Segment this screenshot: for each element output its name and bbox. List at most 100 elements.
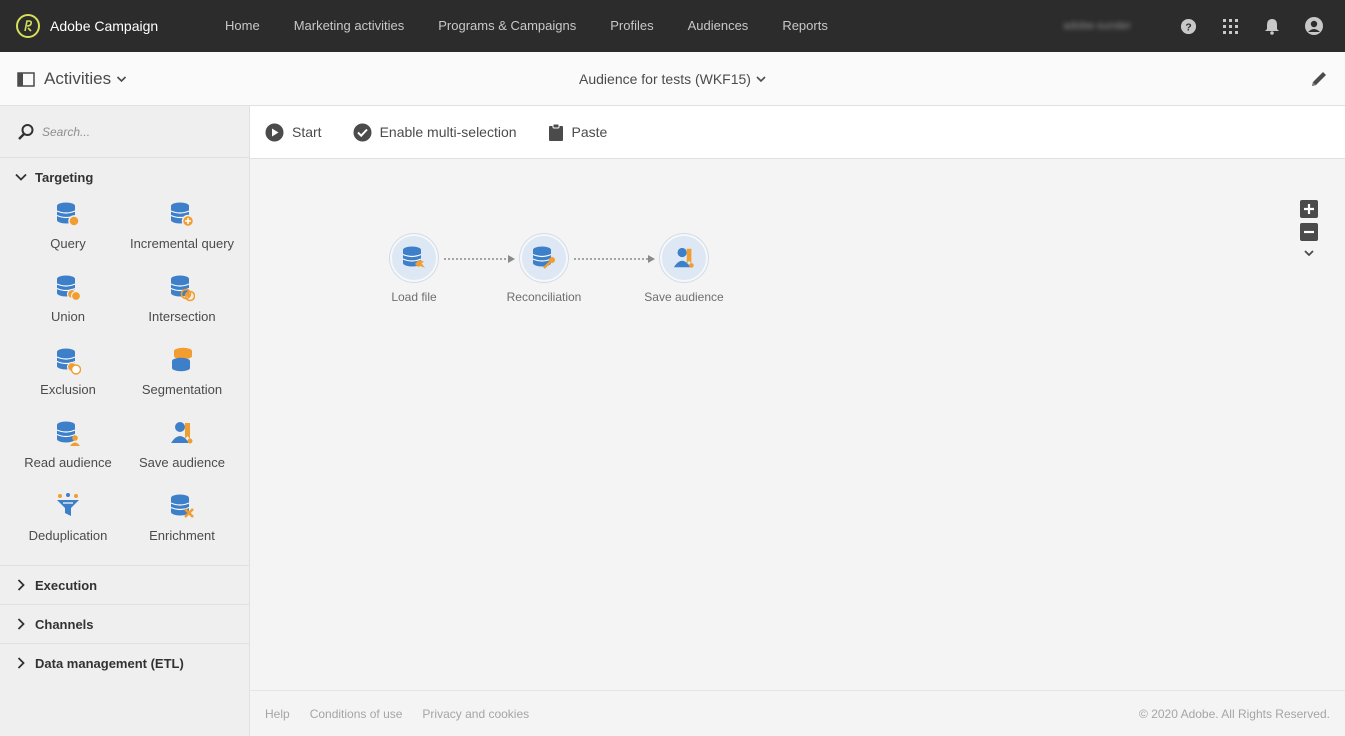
plus-icon [1304, 204, 1314, 214]
section-header-channels[interactable]: Channels [0, 605, 249, 643]
zoom-out-button[interactable] [1300, 223, 1318, 241]
node-label: Load file [391, 290, 437, 304]
search-icon [18, 123, 34, 140]
node-circle [520, 234, 568, 282]
page-footer: Help Conditions of use Privacy and cooki… [250, 690, 1345, 736]
activities-panel-toggle[interactable]: Activities [17, 52, 127, 106]
activity-label: Segmentation [141, 382, 223, 397]
section-header-execution[interactable]: Execution [0, 566, 249, 604]
activity-enrichment[interactable]: Enrichment [125, 488, 239, 561]
section-label: Channels [35, 616, 94, 632]
copyright: © 2020 Adobe. All Rights Reserved. [1139, 706, 1330, 721]
node-label: Reconciliation [506, 290, 582, 304]
node-circle [390, 234, 438, 282]
exclusion-icon [56, 348, 81, 375]
enrichment-icon [170, 494, 194, 518]
workflow-canvas[interactable]: Load file Reconciliation Save audience [250, 159, 1345, 690]
svg-text:?: ? [1185, 22, 1191, 33]
activity-label: Union [51, 309, 85, 324]
footer-link-help[interactable]: Help [265, 707, 290, 721]
workflow-node-save-audience[interactable]: Save audience [629, 234, 739, 304]
footer-link-privacy[interactable]: Privacy and cookies [422, 707, 529, 721]
read-audience-icon [56, 421, 80, 446]
activity-segmentation[interactable]: Segmentation [125, 342, 239, 415]
incremental-query-icon [170, 202, 195, 228]
load-file-icon [402, 246, 425, 268]
adobe-campaign-logo-icon [16, 14, 40, 38]
activity-deduplication[interactable]: Deduplication [11, 488, 125, 561]
section-label: Data management (ETL) [35, 655, 184, 671]
nav-reports[interactable]: Reports [765, 0, 845, 52]
start-button[interactable]: Start [265, 123, 322, 142]
section-label: Execution [35, 577, 98, 593]
activity-read-audience[interactable]: Read audience [11, 415, 125, 488]
deduplication-icon [57, 493, 79, 516]
zoom-in-button[interactable] [1300, 200, 1318, 218]
chevron-right-icon [15, 579, 27, 591]
search-input[interactable] [42, 124, 222, 139]
chevron-right-icon [15, 618, 27, 630]
minus-icon [1304, 230, 1314, 234]
section-channels: Channels [0, 605, 249, 644]
activity-union[interactable]: Union [11, 269, 125, 342]
activity-label: Intersection [148, 309, 216, 324]
activity-label: Save audience [138, 455, 225, 470]
activities-sidebar: Targeting Query Incremental query Union … [0, 106, 250, 736]
nav-audiences[interactable]: Audiences [671, 0, 766, 52]
workflow-title-dropdown[interactable]: Audience for tests (WKF15) [0, 52, 1345, 106]
node-label: Save audience [644, 290, 724, 304]
nav-marketing-activities[interactable]: Marketing activities [277, 0, 422, 52]
paste-button[interactable]: Paste [548, 123, 608, 142]
apps-grid-icon[interactable] [1221, 17, 1239, 35]
section-header-data-management[interactable]: Data management (ETL) [0, 644, 249, 682]
user-avatar-icon[interactable] [1305, 17, 1323, 35]
node-circle [660, 234, 708, 282]
activity-save-audience[interactable]: Save audience [125, 415, 239, 488]
paste-label: Paste [571, 124, 608, 140]
workflow-node-load-file[interactable]: Load file [359, 234, 469, 304]
section-header-targeting[interactable]: Targeting [0, 158, 249, 196]
zoom-controls [1300, 200, 1318, 258]
brand[interactable]: Adobe Campaign [16, 14, 208, 38]
activity-query[interactable]: Query [11, 196, 125, 269]
targeting-activities-grid: Query Incremental query Union Intersecti… [11, 196, 249, 561]
bell-icon[interactable] [1263, 17, 1281, 35]
enable-multi-selection-button[interactable]: Enable multi-selection [353, 123, 517, 142]
help-icon[interactable]: ? [1179, 17, 1197, 35]
activity-exclusion[interactable]: Exclusion [11, 342, 125, 415]
footer-link-conditions[interactable]: Conditions of use [310, 707, 403, 721]
pencil-icon [1312, 72, 1326, 86]
workflow-header: Audience for tests (WKF15) Activities [0, 52, 1345, 106]
activity-label: Read audience [24, 455, 112, 470]
query-icon [56, 202, 80, 227]
activities-label: Activities [44, 69, 112, 88]
user-name[interactable]: adobe-sunder [1063, 20, 1131, 32]
chevron-down-icon [15, 171, 27, 183]
save-audience-icon [171, 422, 193, 444]
section-data-management: Data management (ETL) [0, 644, 249, 682]
activity-label: Deduplication [28, 528, 108, 543]
nav-home[interactable]: Home [208, 0, 277, 52]
workflow-toolbar: Start Enable multi-selection Paste [250, 106, 1345, 159]
start-label: Start [292, 124, 322, 140]
activity-intersection[interactable]: Intersection [125, 269, 239, 342]
main-nav: Home Marketing activities Programs & Cam… [208, 0, 845, 52]
chevron-down-icon [756, 76, 766, 83]
activity-label: Query [50, 236, 86, 251]
chevron-down-icon [117, 76, 127, 83]
reconciliation-icon [532, 246, 555, 269]
activity-search [0, 106, 249, 158]
nav-profiles[interactable]: Profiles [593, 0, 670, 52]
nav-programs-campaigns[interactable]: Programs & Campaigns [421, 0, 593, 52]
activity-label: Incremental query [129, 236, 235, 251]
top-right-tools: adobe-sunder ? [1063, 0, 1323, 52]
brand-name: Adobe Campaign [50, 18, 159, 34]
activity-incremental-query[interactable]: Incremental query [125, 196, 239, 269]
panel-toggle-icon [17, 71, 35, 87]
workflow-node-reconciliation[interactable]: Reconciliation [489, 234, 599, 304]
edit-workflow-button[interactable] [1309, 69, 1329, 89]
clipboard-icon [548, 123, 563, 141]
section-label: Targeting [35, 169, 94, 185]
chevron-right-icon [15, 657, 27, 669]
chevron-down-icon[interactable] [1303, 248, 1315, 258]
